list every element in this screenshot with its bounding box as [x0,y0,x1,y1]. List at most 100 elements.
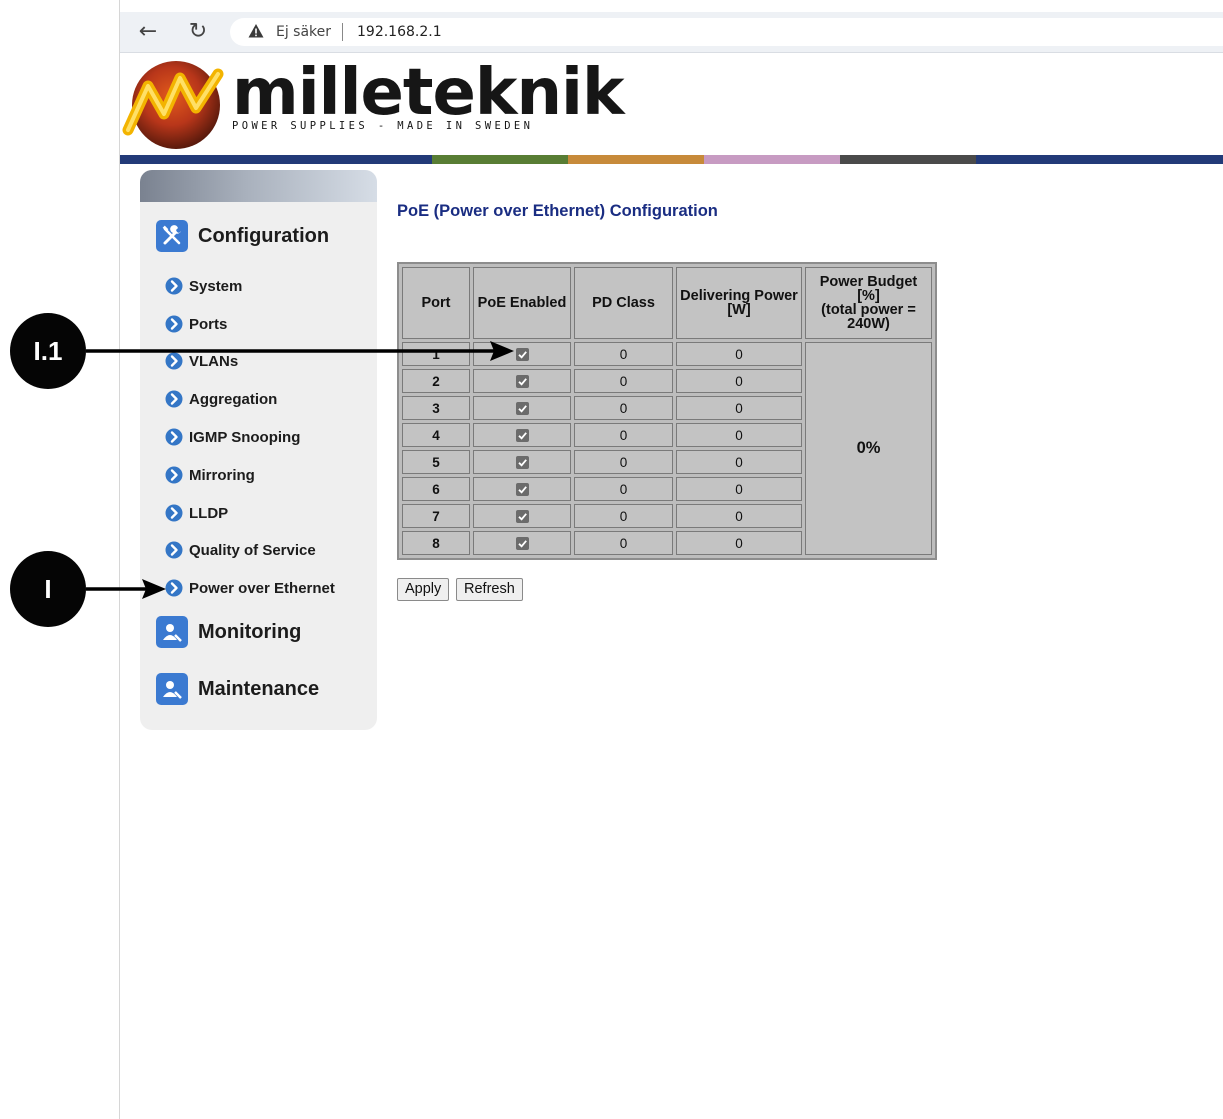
monitoring-icon [156,616,188,648]
port-cell: 3 [402,396,470,420]
page-title: PoE (Power over Ethernet) Configuration [397,202,718,220]
delivering-power-cell: 0 [676,369,802,393]
power-budget-cell: 0% [805,342,932,555]
back-arrow-icon[interactable]: ← [134,18,162,46]
pd-class-cell: 0 [574,504,673,528]
apply-button[interactable]: Apply [397,578,450,601]
poe-enabled-checkbox[interactable] [473,450,571,474]
pd-class-cell: 0 [574,342,673,366]
chevron-right-icon [165,504,183,522]
poe-enabled-checkbox[interactable] [473,369,571,393]
strip-segment [432,155,568,164]
address-divider [342,23,343,41]
strip-segment [120,155,432,164]
sidebar-item-lldp[interactable]: LLDP [165,503,228,523]
pd-class-cell: 0 [574,531,673,555]
checkbox-checked-icon [515,537,529,551]
strip-segment [976,155,1223,164]
pd-class-cell: 0 [574,396,673,420]
header-delivering-power: Delivering Power [W] [676,267,802,339]
checkbox-checked-icon [515,402,529,416]
poe-config-table: Port PoE Enabled PD Class Delivering Pow… [397,262,937,560]
sidebar-item-igmp-snooping[interactable]: IGMP Snooping [165,427,300,447]
poe-enabled-checkbox[interactable] [473,423,571,447]
sidebar: Configuration System Ports VLANs Aggregatio… [140,170,377,730]
sidebar-item-aggregation[interactable]: Aggregation [165,389,277,409]
port-cell: 8 [402,531,470,555]
sidebar-item-label: Aggregation [189,390,278,408]
security-status: Ej säker [276,24,332,40]
section-label-monitoring: Monitoring [198,620,302,643]
annotation-badge-i: I [10,551,86,627]
table-row: 1 0 0 0% [402,342,932,555]
pd-class-cell: 0 [574,423,673,447]
pd-class-cell: 0 [574,369,673,393]
annotation-badge-i1: I.1 [10,313,86,389]
delivering-power-cell: 0 [676,450,802,474]
logo-wordmark: milleteknik [232,56,625,130]
strip-segment [840,155,976,164]
header-color-strip [120,155,1223,164]
refresh-button[interactable]: Refresh [456,578,523,601]
sidebar-item-ports[interactable]: Ports [165,314,227,334]
sidebar-item-label: LLDP [189,504,229,522]
pd-class-cell: 0 [574,477,673,501]
chevron-right-icon [165,579,183,597]
logo-tagline: POWER SUPPLIES - MADE IN SWEDEN [232,120,534,132]
header-port: Port [402,267,470,339]
port-cell: 4 [402,423,470,447]
sidebar-item-vlans[interactable]: VLANs [165,351,238,371]
sidebar-item-label: IGMP Snooping [189,428,301,446]
sidebar-item-system[interactable]: System [165,276,242,296]
warning-triangle-icon [248,24,264,38]
section-monitoring[interactable]: Monitoring [156,616,301,648]
sidebar-item-label: Mirroring [189,466,255,484]
chevron-right-icon [165,541,183,559]
chevron-right-icon [165,390,183,408]
header-poe-enabled: PoE Enabled [473,267,571,339]
sidebar-header-bar [140,170,377,202]
delivering-power-cell: 0 [676,477,802,501]
poe-enabled-checkbox[interactable] [473,504,571,528]
delivering-power-cell: 0 [676,504,802,528]
checkbox-checked-icon [515,483,529,497]
reload-icon[interactable]: ↻ [184,18,212,46]
sidebar-item-power-over-ethernet[interactable]: Power over Ethernet [165,578,335,598]
chevron-right-icon [165,315,183,333]
checkbox-checked-icon [515,429,529,443]
section-maintenance[interactable]: Maintenance [156,673,319,705]
sidebar-item-label: Quality of Service [189,541,316,559]
checkbox-checked-icon [515,375,529,389]
port-cell: 1 [402,342,470,366]
checkbox-checked-icon [515,456,529,470]
poe-enabled-checkbox[interactable] [473,531,571,555]
chevron-right-icon [165,428,183,446]
chevron-right-icon [165,352,183,370]
poe-enabled-checkbox[interactable] [473,396,571,420]
port-cell: 6 [402,477,470,501]
section-label-maintenance: Maintenance [198,677,320,700]
port-cell: 7 [402,504,470,528]
delivering-power-cell: 0 [676,531,802,555]
maintenance-icon [156,673,188,705]
delivering-power-cell: 0 [676,423,802,447]
delivering-power-cell: 0 [676,342,802,366]
section-label-configuration: Configuration [198,224,330,247]
address-bar[interactable]: Ej säker 192.168.2.1 [230,18,1223,46]
poe-enabled-checkbox[interactable] [473,342,571,366]
section-configuration[interactable]: Configuration [156,220,329,252]
header-pd-class: PD Class [574,267,673,339]
sidebar-item-mirroring[interactable]: Mirroring [165,465,255,485]
pd-class-cell: 0 [574,450,673,474]
sidebar-item-quality-of-service[interactable]: Quality of Service [165,540,316,560]
tools-icon [156,220,188,252]
sidebar-item-label: VLANs [189,352,239,370]
poe-enabled-checkbox[interactable] [473,477,571,501]
header-power-budget: Power Budget [%] (total power = 240W) [805,267,932,339]
chevron-right-icon [165,466,183,484]
url-text[interactable]: 192.168.2.1 [357,24,442,40]
milleteknik-logo: milleteknik POWER SUPPLIES - MADE IN SWE… [120,56,625,154]
sidebar-item-label: System [189,277,243,295]
port-cell: 2 [402,369,470,393]
delivering-power-cell: 0 [676,396,802,420]
